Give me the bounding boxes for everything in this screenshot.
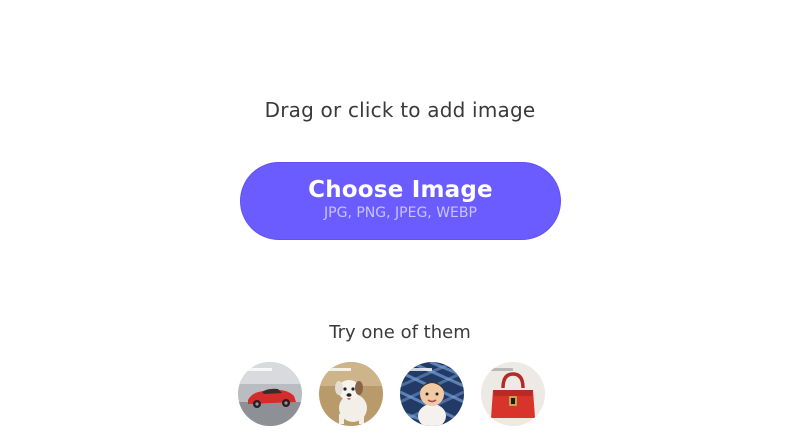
baby-thumbnail (400, 362, 464, 426)
sample-image-baby[interactable] (400, 362, 464, 426)
handbag-thumbnail (481, 362, 545, 426)
supported-formats-label: JPG, PNG, JPEG, WEBP (324, 205, 477, 221)
sample-image-dog[interactable] (319, 362, 383, 426)
choose-image-label: Choose Image (308, 177, 493, 203)
sample-image-car[interactable] (238, 362, 302, 426)
dog-thumbnail (319, 362, 383, 426)
sample-image-handbag[interactable] (481, 362, 545, 426)
sample-images-list (238, 362, 568, 428)
samples-label: Try one of them (329, 322, 471, 343)
choose-image-button[interactable]: Choose Image JPG, PNG, JPEG, WEBP (240, 162, 561, 240)
upload-page: Drag or click to add image Choose Image … (0, 0, 800, 447)
upload-prompt: Drag or click to add image (264, 98, 536, 122)
car-thumbnail (238, 362, 302, 426)
